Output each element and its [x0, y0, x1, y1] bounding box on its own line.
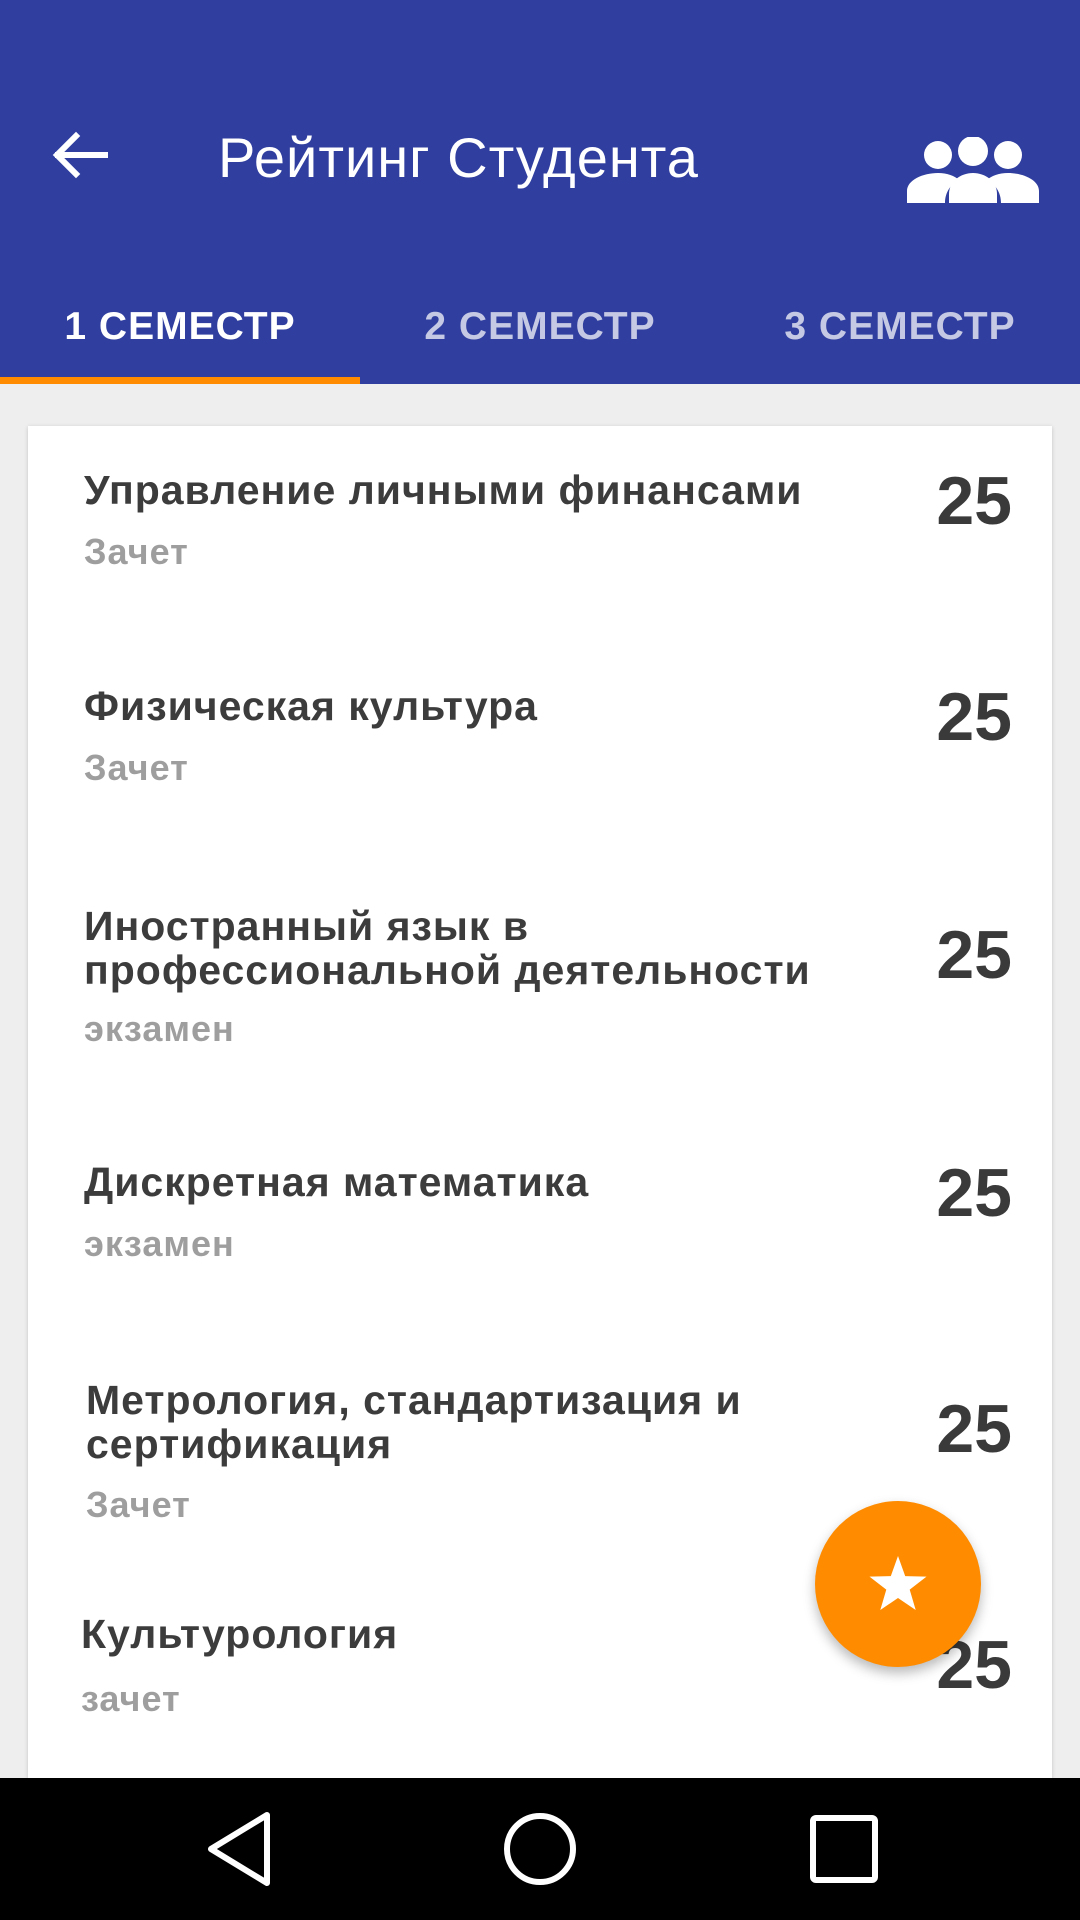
- subject-type: Зачет: [86, 1484, 191, 1525]
- subject-score: 25: [936, 1155, 1012, 1231]
- subject-score: 25: [936, 917, 1012, 993]
- tab-semester-3[interactable]: 3 СЕМЕСТР: [720, 270, 1080, 384]
- favorite-fab[interactable]: [815, 1501, 981, 1667]
- subject-row[interactable]: Дискретная математика экзамен 25: [28, 1118, 1052, 1338]
- tab-semester-1[interactable]: 1 СЕМЕСТР: [0, 270, 360, 384]
- semester-tabs: 1 СЕМЕСТР 2 СЕМЕСТР 3 СЕМЕСТР: [0, 270, 1080, 384]
- subject-row[interactable]: Управление личными финансами Зачет 25: [28, 426, 1052, 636]
- subject-score: 25: [936, 679, 1012, 755]
- subject-type: Зачет: [84, 747, 189, 788]
- subject-row[interactable]: Физическая культура Зачет 25: [28, 642, 1052, 862]
- subject-score: 25: [936, 1391, 1012, 1467]
- subject-type: Зачет: [84, 531, 189, 572]
- tab-indicator: [0, 377, 360, 384]
- app-bar: Рейтинг Студента 1 СЕМЕСТР 2 СЕМЕСТР 3 С…: [0, 0, 1080, 384]
- subject-name: Дискретная математика: [84, 1159, 590, 1205]
- triangle-back-icon: [208, 1812, 270, 1886]
- subject-name: Физическая культура: [84, 683, 538, 729]
- back-button[interactable]: [40, 115, 120, 195]
- people-icon: [907, 137, 1039, 203]
- nav-back-button[interactable]: [190, 1799, 290, 1899]
- subject-name: Иностранный язык в профессиональной деят…: [84, 903, 811, 993]
- page-title: Рейтинг Студента: [218, 126, 699, 189]
- subject-type: экзамен: [84, 1008, 235, 1049]
- nav-recents-button[interactable]: [794, 1799, 894, 1899]
- subject-type: экзамен: [84, 1223, 235, 1264]
- subject-row[interactable]: Иностранный язык в профессиональной деят…: [28, 860, 1052, 1110]
- nav-home-button[interactable]: [490, 1799, 590, 1899]
- arrow-left-icon: [52, 131, 108, 179]
- system-nav-bar: [0, 1778, 1080, 1920]
- subject-type: зачет: [81, 1678, 181, 1719]
- star-icon: [869, 1556, 927, 1610]
- tab-semester-2[interactable]: 2 СЕМЕСТР: [360, 270, 720, 384]
- subject-score: 25: [936, 463, 1012, 539]
- subject-name: Метрология, стандартизация и сертификаци…: [86, 1377, 742, 1467]
- square-recents-icon: [810, 1815, 878, 1883]
- group-button[interactable]: [898, 120, 1048, 220]
- subject-name: Культурология: [81, 1611, 399, 1657]
- subject-name: Управление личными финансами: [84, 467, 803, 513]
- circle-home-icon: [504, 1813, 576, 1885]
